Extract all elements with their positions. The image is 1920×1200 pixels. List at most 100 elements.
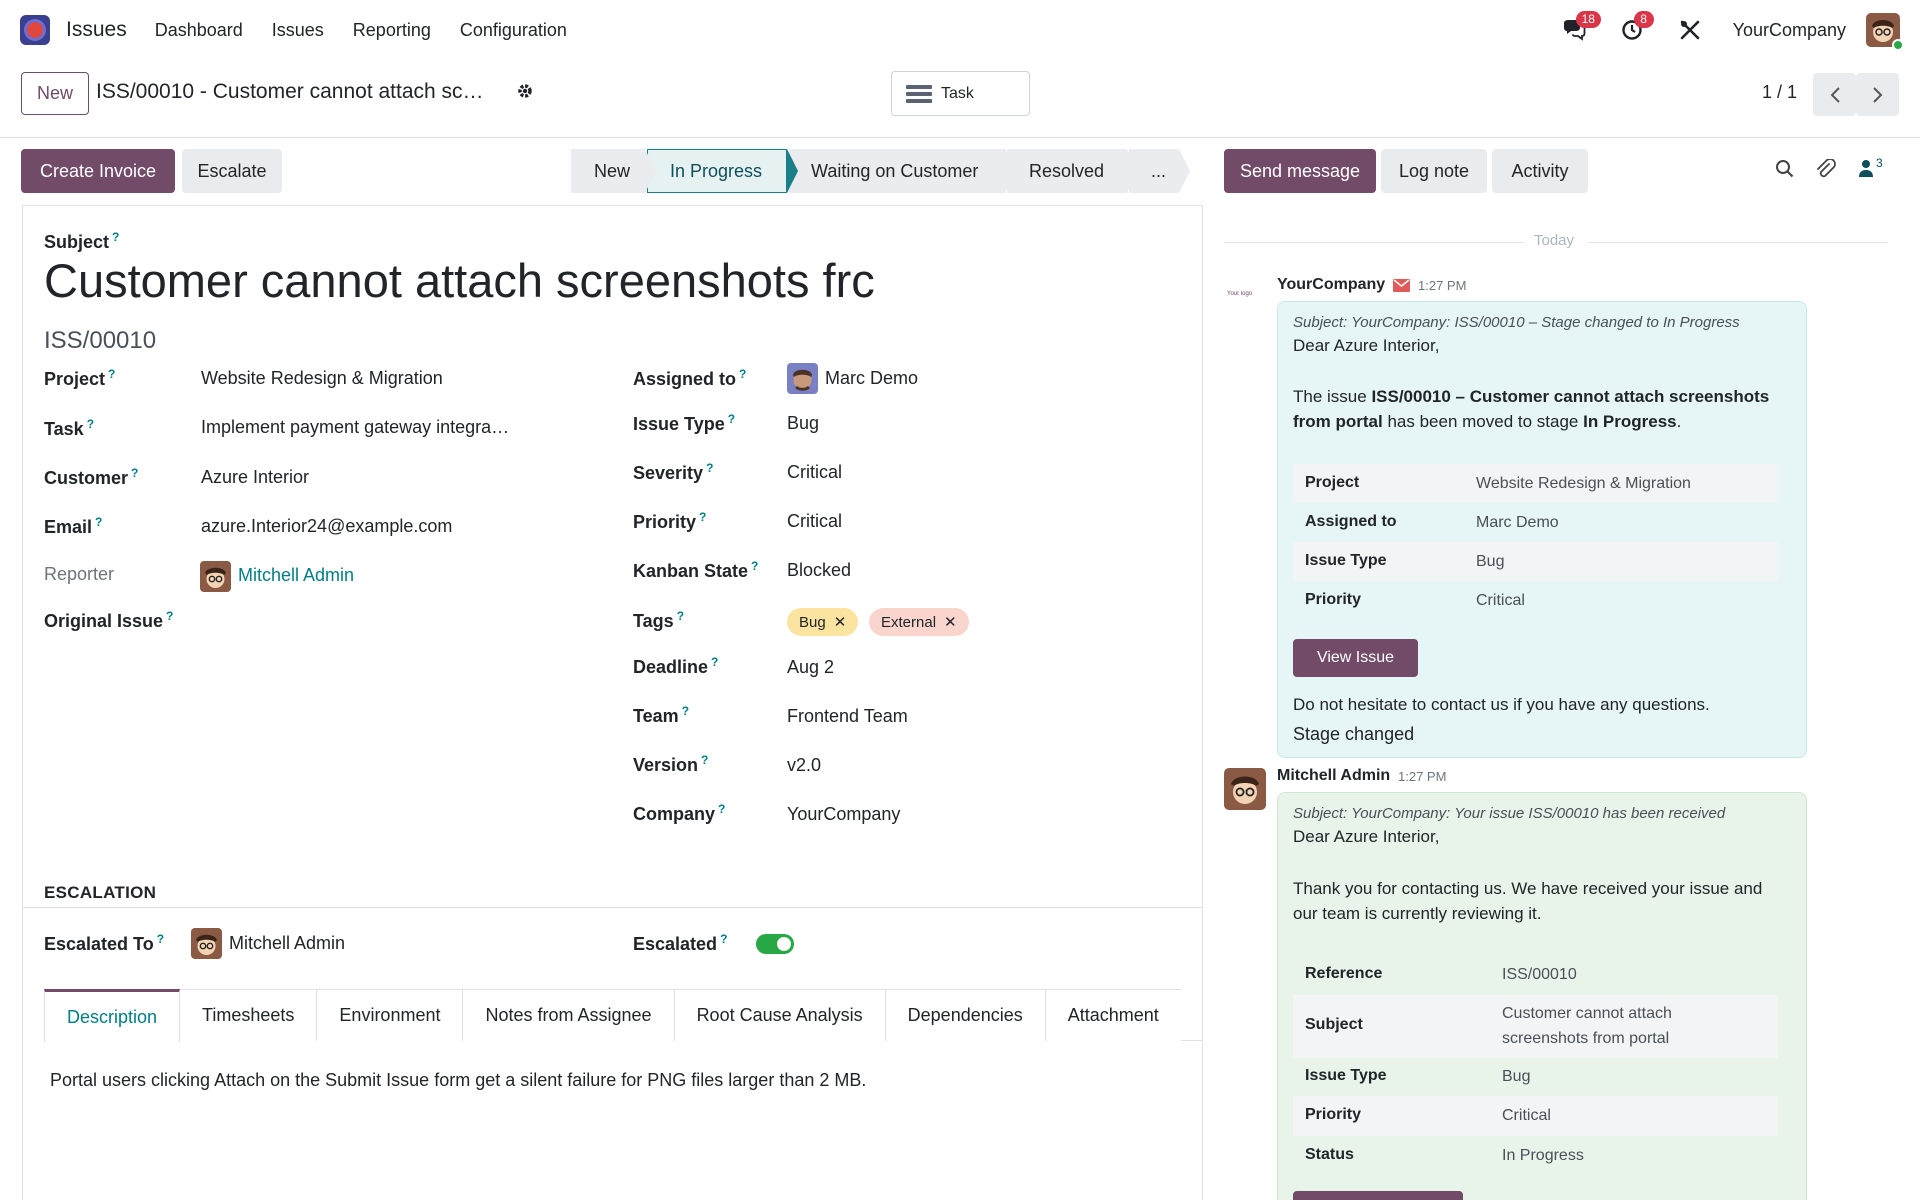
paperclip-icon[interactable] [1815,159,1837,181]
issue-type-field[interactable]: Bug [787,413,819,434]
table-key: Subject [1305,1016,1363,1033]
view-issue-button[interactable]: View Issue [1293,639,1418,677]
user-avatar[interactable] [1866,13,1904,51]
table-row: Status In Progress [1293,1136,1778,1176]
tab-root-cause-analysis[interactable]: Root Cause Analysis [673,989,886,1041]
table-value: In Progress [1502,1147,1584,1164]
app-logo-icon[interactable] [20,15,50,45]
remove-tag-icon[interactable]: ✕ [944,613,957,631]
customer-field[interactable]: Azure Interior [201,467,309,488]
task-field[interactable]: Implement payment gateway integra… [201,417,509,438]
project-field[interactable]: Website Redesign & Migration [201,368,443,389]
stage-statusbar: New In Progress Waiting on Customer Reso… [571,149,1190,193]
kanban-state-field[interactable]: Blocked [787,560,851,581]
gear-icon[interactable] [516,82,534,105]
send-message-button[interactable]: Send message [1224,149,1376,193]
tag-bug-label: Bug [799,613,826,631]
chevron-left-icon [1830,86,1840,103]
table-value: Bug [1502,1068,1531,1085]
version-field[interactable]: v2.0 [787,755,821,776]
new-record-button[interactable]: New [21,72,89,115]
author-avatar[interactable] [1224,768,1266,810]
description-field[interactable]: Portal users clicking Attach on the Subm… [50,1070,866,1091]
today-label: Today [1534,232,1575,249]
top-navbar: Issues Dashboard Issues Reporting Config… [0,0,1920,60]
company-field[interactable]: YourCompany [787,804,900,825]
stage-resolved[interactable]: Resolved [1007,149,1138,193]
tags-label: Tags? [633,609,685,631]
menu-dashboard[interactable]: Dashboard [155,20,243,41]
kanban-state-label: Kanban State? [633,559,759,581]
table-key: Assigned to [1305,513,1397,530]
team-field[interactable]: Frontend Team [787,706,908,727]
stage-in-progress[interactable]: In Progress [647,149,798,193]
table-value: Critical [1502,1107,1551,1124]
notebook-tabs: Description Timesheets Environment Notes… [44,989,1202,1042]
create-invoice-button[interactable]: Create Invoice [21,149,175,193]
version-label: Version? [633,753,709,775]
table-row: Subject Customer cannot attach screensho… [1293,995,1778,1058]
escalated-label: Escalated? [633,932,728,954]
activity-clock-icon[interactable]: 8 [1617,11,1654,45]
search-messages-icon[interactable] [1775,159,1795,179]
debug-tools-icon[interactable] [1675,15,1705,45]
tab-description[interactable]: Description [44,989,181,1042]
control-panel: New ISS/00010 - Customer cannot attach s… [0,60,1920,138]
table-key: Status [1305,1146,1354,1163]
app-name[interactable]: Issues [66,18,127,42]
escalated-toggle[interactable] [756,934,794,954]
table-row: Priority Critical [1293,1096,1778,1136]
tab-environment[interactable]: Environment [316,989,464,1041]
tab-timesheets[interactable]: Timesheets [179,989,318,1041]
chevron-right-icon [1872,86,1882,103]
task-smart-button-label: Task [941,84,974,102]
table-value: Customer cannot attach [1502,1005,1672,1022]
tag-external-label: External [881,613,937,631]
table-key: Reference [1305,965,1383,982]
menu-configuration[interactable]: Configuration [460,20,567,41]
company-switcher[interactable]: YourCompany [1733,20,1846,41]
task-smart-button[interactable]: Task [891,71,1030,116]
followers-button[interactable]: 3 [1858,156,1883,177]
deadline-label: Deadline? [633,655,719,677]
messaging-icon[interactable]: 18 [1559,11,1601,45]
message-author[interactable]: YourCompany [1277,276,1385,294]
pager-next-button[interactable] [1856,73,1899,116]
issue-reference: ISS/00010 [44,327,157,354]
tab-notes-from-assignee[interactable]: Notes from Assignee [462,989,675,1041]
priority-field[interactable]: Critical [787,511,842,532]
remove-tag-icon[interactable]: ✕ [834,613,847,631]
tab-attachments[interactable]: Attachment [1044,989,1181,1041]
pager-previous-button[interactable] [1813,73,1856,116]
team-label: Team? [633,704,690,726]
view-issue-button-partial[interactable] [1293,1191,1463,1200]
message-bubble: Subject: YourCompany: ISS/00010 – Stage … [1277,301,1807,758]
menu-issues[interactable]: Issues [272,20,324,41]
email-field[interactable]: azure.Interior24@example.com [201,516,452,537]
escalated-to-field[interactable]: Mitchell Admin [229,933,345,954]
assigned-to-field[interactable]: Marc Demo [825,368,918,389]
escalated-to-label: Escalated To? [44,932,165,954]
subject-field[interactable]: Customer cannot attach screenshots frc [44,253,1194,308]
escalation-section-title: ESCALATION [44,883,157,902]
task-label: Task? [44,417,95,439]
pager-value[interactable]: 1 / 1 [1762,82,1797,103]
severity-label: Severity? [633,461,714,483]
tab-dependencies[interactable]: Dependencies [884,989,1046,1041]
menu-reporting[interactable]: Reporting [353,20,431,41]
table-row: Issue Type Bug [1293,1058,1778,1096]
deadline-field[interactable]: Aug 2 [787,657,834,678]
followers-count: 3 [1876,156,1883,170]
activity-button[interactable]: Activity [1492,149,1588,193]
stage-waiting-on-customer[interactable]: Waiting on Customer [789,149,1016,193]
log-note-button[interactable]: Log note [1381,149,1487,193]
escalated-to-avatar [191,928,222,959]
severity-field[interactable]: Critical [787,462,842,483]
table-row: Assigned to Marc Demo [1293,503,1778,542]
reporter-field[interactable]: Mitchell Admin [238,565,354,586]
message-author[interactable]: Mitchell Admin [1277,767,1390,785]
table-value: Critical [1476,592,1525,609]
date-separator: Today [1224,232,1888,252]
escalate-button[interactable]: Escalate [182,149,282,193]
stage-new[interactable]: New [571,149,656,193]
